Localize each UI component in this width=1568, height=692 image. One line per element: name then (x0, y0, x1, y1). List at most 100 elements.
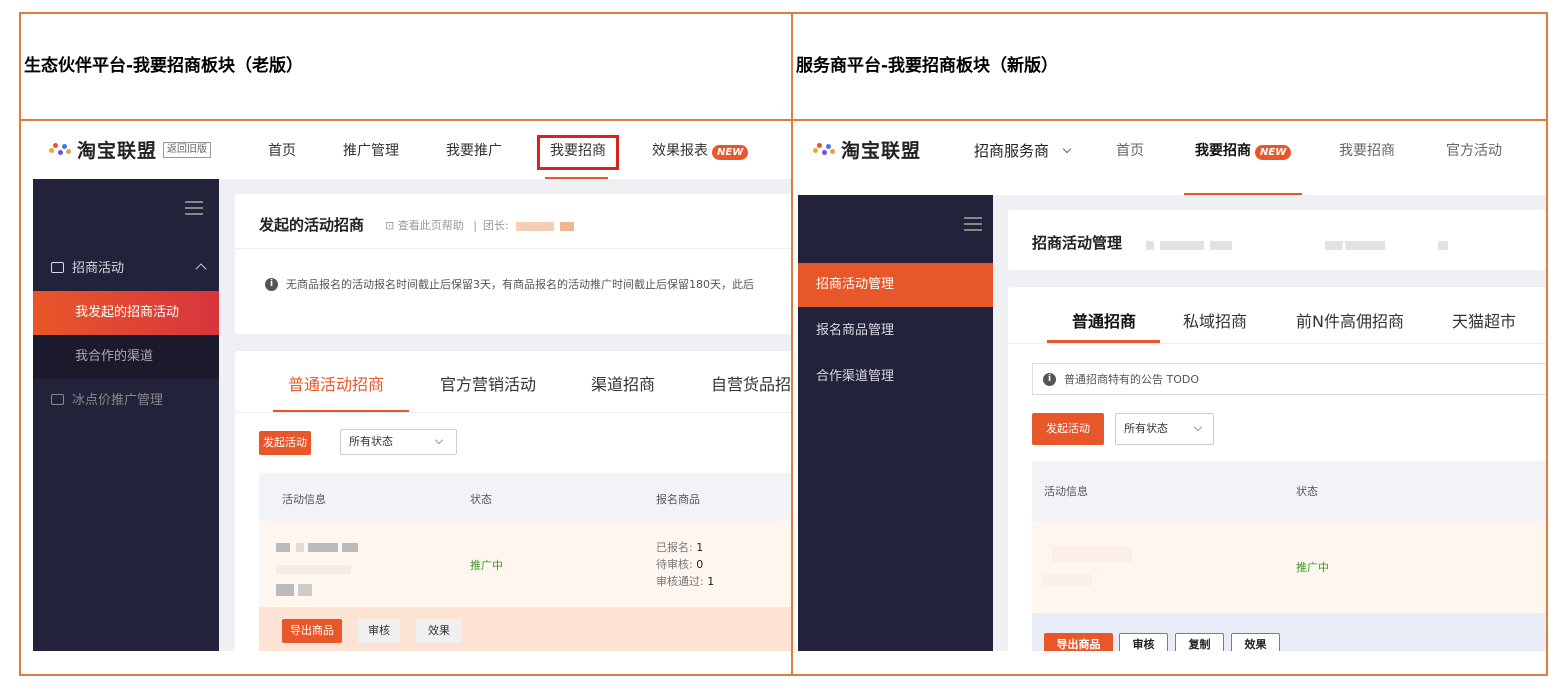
nav-promo-mgmt[interactable]: 推广管理 (343, 140, 399, 160)
tab-normal[interactable]: 普通活动招商 (288, 371, 384, 395)
new-badge: NEW (1255, 145, 1292, 160)
role-label: 招商服务商 (974, 142, 1050, 160)
chevron-down-icon (434, 435, 444, 445)
notice-banner: i 无商品报名的活动报名时间截止后保留3天，有商品报名的活动推广时间截止后保留18… (265, 276, 791, 292)
page-title: 招商活动管理 (1032, 234, 1123, 252)
redacted-header-info (1146, 235, 1449, 254)
sidebar-item-channel-mgmt[interactable]: 合作渠道管理 (798, 355, 993, 399)
status-select[interactable]: 所有状态 (1115, 413, 1214, 445)
sidebar: 招商活动 我发起的招商活动 我合作的渠道 冰点价推广管理 (33, 179, 219, 651)
column-header-status: 状态 (1296, 485, 1318, 498)
old-version-screenshot: 淘宝联盟 返回旧版 首页 推广管理 我要推广 我要招商 效果报表 NEW 招商活动… (21, 121, 791, 651)
table-row[interactable]: 推广中 已报名: 1 待审核: 0 审核通过: 1 (259, 521, 791, 607)
back-to-old-version-link[interactable]: 返回旧版 (163, 141, 212, 158)
table-row[interactable]: 推广中 (1032, 521, 1546, 613)
main-content: 发起的活动招商 ⊡ 查看此页帮助 | 团长: i 无商品报名的活动报名时间截止后保留… (219, 179, 791, 651)
tab-official[interactable]: 官方营销活动 (440, 371, 536, 395)
tab-channel[interactable]: 渠道招商 (591, 371, 655, 395)
status-select[interactable]: 所有状态 (340, 429, 457, 455)
sidebar-item-my-channels[interactable]: 我合作的渠道 (33, 335, 219, 379)
sidebar-item-activity-mgmt[interactable]: 招商活动管理 (798, 263, 993, 307)
redacted-text (560, 221, 575, 231)
redacted-activity-name (276, 537, 358, 556)
signed-value: 1 (696, 541, 704, 554)
nav-reports-label: 效果报表 (652, 143, 708, 159)
logo[interactable]: 淘宝联盟 返回旧版 (49, 136, 212, 163)
role-switcher[interactable]: 招商服务商 (974, 140, 1072, 161)
new-version-heading: 服务商平台-我要招商板块（新版） (796, 56, 1059, 76)
pending-label: 待审核: (656, 558, 693, 571)
chevron-down-icon (1193, 422, 1203, 432)
export-items-button[interactable]: 导出商品 (282, 619, 342, 643)
divider (235, 248, 791, 249)
tab-normal[interactable]: 普通招商 (1072, 308, 1136, 332)
nav-home[interactable]: 首页 (268, 140, 296, 160)
nav-official[interactable]: 官方活动 (1446, 140, 1502, 160)
tab-tmall[interactable]: 天猫超市 (1452, 308, 1516, 332)
divider (235, 412, 791, 413)
help-icon: ⊡ (385, 219, 398, 232)
notice-banner: i 普通招商特有的公告 TODO (1032, 363, 1546, 395)
status-select-value: 所有状态 (1124, 422, 1168, 435)
copy-button[interactable]: 复制 (1175, 633, 1224, 651)
list-card: 普通招商 私域招商 前N件高佣招商 天猫超市 i 普通招商特有的公告 TODO 发… (1008, 287, 1546, 651)
menu-toggle-icon[interactable] (185, 201, 203, 219)
table-header: 活动信息 状态 报名商品 (259, 473, 791, 521)
notice-text: 无商品报名的活动报名时间截止后保留3天，有商品报名的活动推广时间截止后保留180… (286, 278, 754, 291)
column-header-info: 活动信息 (1044, 485, 1088, 498)
redacted-activity-name (1052, 543, 1132, 562)
price-icon (51, 394, 64, 405)
top-nav: 淘宝联盟 招商服务商 首页 我要招商 NEW 我要招商 官方活动 (793, 121, 1546, 196)
chevron-up-icon (195, 263, 207, 275)
table-header: 活动信息 状态 (1032, 461, 1546, 521)
sidebar-item-ice-price[interactable]: 冰点价推广管理 (33, 379, 219, 423)
column-header-items: 报名商品 (656, 493, 700, 506)
status-select-value: 所有状态 (349, 435, 393, 448)
nav-recruit-label: 我要招商 (1195, 143, 1251, 159)
sidebar-group-recruit[interactable]: 招商活动 (33, 247, 219, 291)
tab-private[interactable]: 私域招商 (1183, 308, 1247, 332)
column-header-status: 状态 (470, 493, 492, 506)
new-version-screenshot: 淘宝联盟 招商服务商 首页 我要招商 NEW 我要招商 官方活动 招商活动管理 报… (793, 121, 1546, 651)
logo[interactable]: 淘宝联盟 (813, 136, 921, 163)
sidebar-item-item-mgmt[interactable]: 报名商品管理 (798, 309, 993, 353)
column-header-info: 活动信息 (282, 493, 326, 506)
tab-top-n[interactable]: 前N件高佣招商 (1296, 308, 1404, 332)
nav-promote[interactable]: 我要推广 (446, 140, 502, 160)
nav-recruit-highlight (537, 135, 619, 170)
status-badge: 推广中 (470, 559, 503, 572)
info-icon: i (1043, 372, 1056, 386)
sidebar-item-label: 冰点价推广管理 (72, 393, 164, 408)
tab-self-run[interactable]: 自营货品招 (711, 371, 791, 395)
row-actions: 导出商品 审核 效果 (259, 607, 791, 651)
nav-recruit-secondary[interactable]: 我要招商 (1339, 140, 1395, 160)
sidebar-item-my-activities[interactable]: 我发起的招商活动 (33, 291, 219, 335)
list-card: 普通活动招商 官方营销活动 渠道招商 自营货品招 发起活动 所有状态 活动信息 … (235, 351, 791, 651)
nav-recruit[interactable]: 我要招商 NEW (1195, 140, 1292, 160)
approved-label: 审核通过: (656, 575, 704, 588)
row-actions: 导出商品 审核 复制 效果 (1032, 613, 1546, 651)
comparison-table: 生态伙伴平台-我要招商板块（老版） 服务商平台-我要招商板块（新版） 淘宝联盟 … (19, 12, 1548, 676)
nav-home[interactable]: 首页 (1116, 140, 1144, 160)
help-link[interactable]: ⊡ 查看此页帮助 | 团长: (385, 217, 575, 233)
nav-reports[interactable]: 效果报表 NEW (652, 140, 749, 160)
top-nav: 淘宝联盟 返回旧版 首页 推广管理 我要推广 我要招商 效果报表 NEW (21, 121, 791, 180)
start-activity-button[interactable]: 发起活动 (1032, 413, 1104, 445)
redacted-activity-meta (1042, 569, 1092, 588)
redacted-activity-meta (276, 559, 351, 578)
menu-toggle-icon[interactable] (964, 217, 982, 235)
start-activity-button[interactable]: 发起活动 (259, 431, 311, 455)
effect-button[interactable]: 效果 (1231, 633, 1280, 651)
pending-value: 0 (696, 558, 704, 571)
signup-stats: 已报名: 1 待审核: 0 审核通过: 1 (656, 539, 714, 590)
effect-button[interactable]: 效果 (416, 619, 462, 643)
logo-icon (813, 142, 835, 158)
header-card: 招商活动管理 (1008, 210, 1546, 270)
review-button[interactable]: 审核 (358, 619, 400, 643)
review-button[interactable]: 审核 (1119, 633, 1168, 651)
export-items-button[interactable]: 导出商品 (1044, 633, 1113, 651)
sidebar-group-label: 招商活动 (72, 261, 125, 276)
approved-value: 1 (707, 575, 715, 588)
chevron-down-icon (1062, 144, 1072, 154)
divider (1008, 343, 1546, 344)
